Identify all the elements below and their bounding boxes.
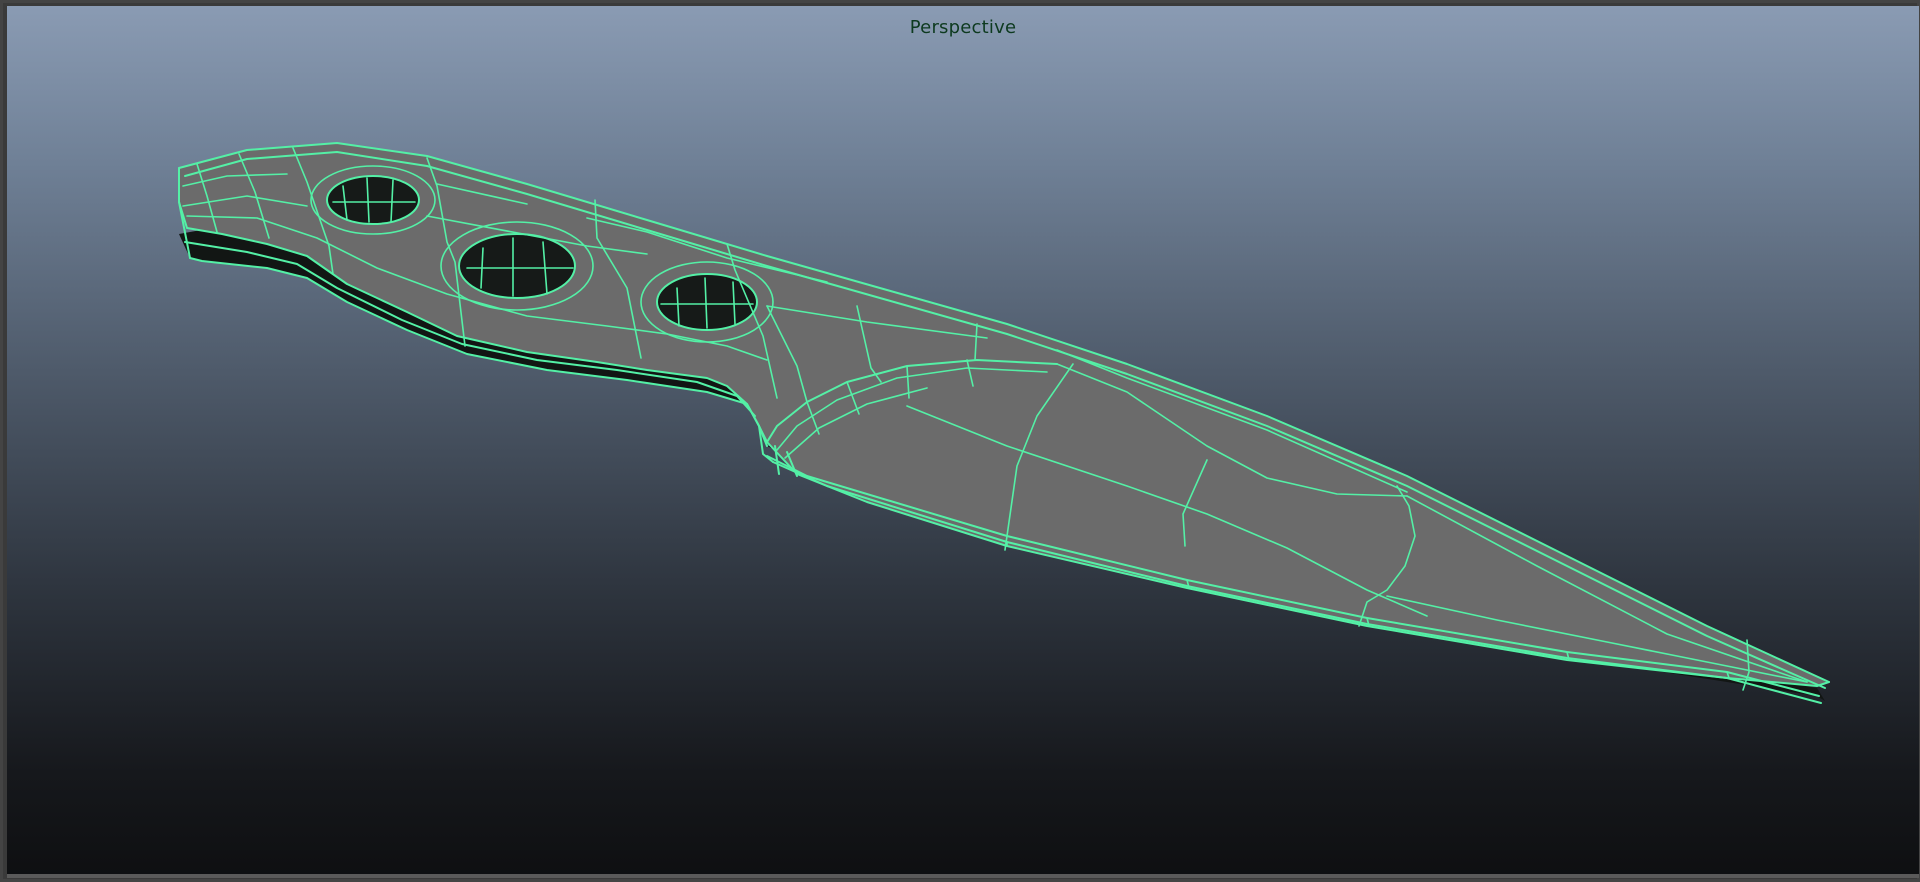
knife-top-face bbox=[179, 143, 1829, 686]
viewport-bottom-edge bbox=[7, 874, 1919, 878]
knife-mesh[interactable] bbox=[7, 6, 1919, 878]
viewport-frame: Perspective bbox=[0, 0, 1920, 882]
perspective-viewport[interactable]: Perspective bbox=[7, 6, 1919, 878]
